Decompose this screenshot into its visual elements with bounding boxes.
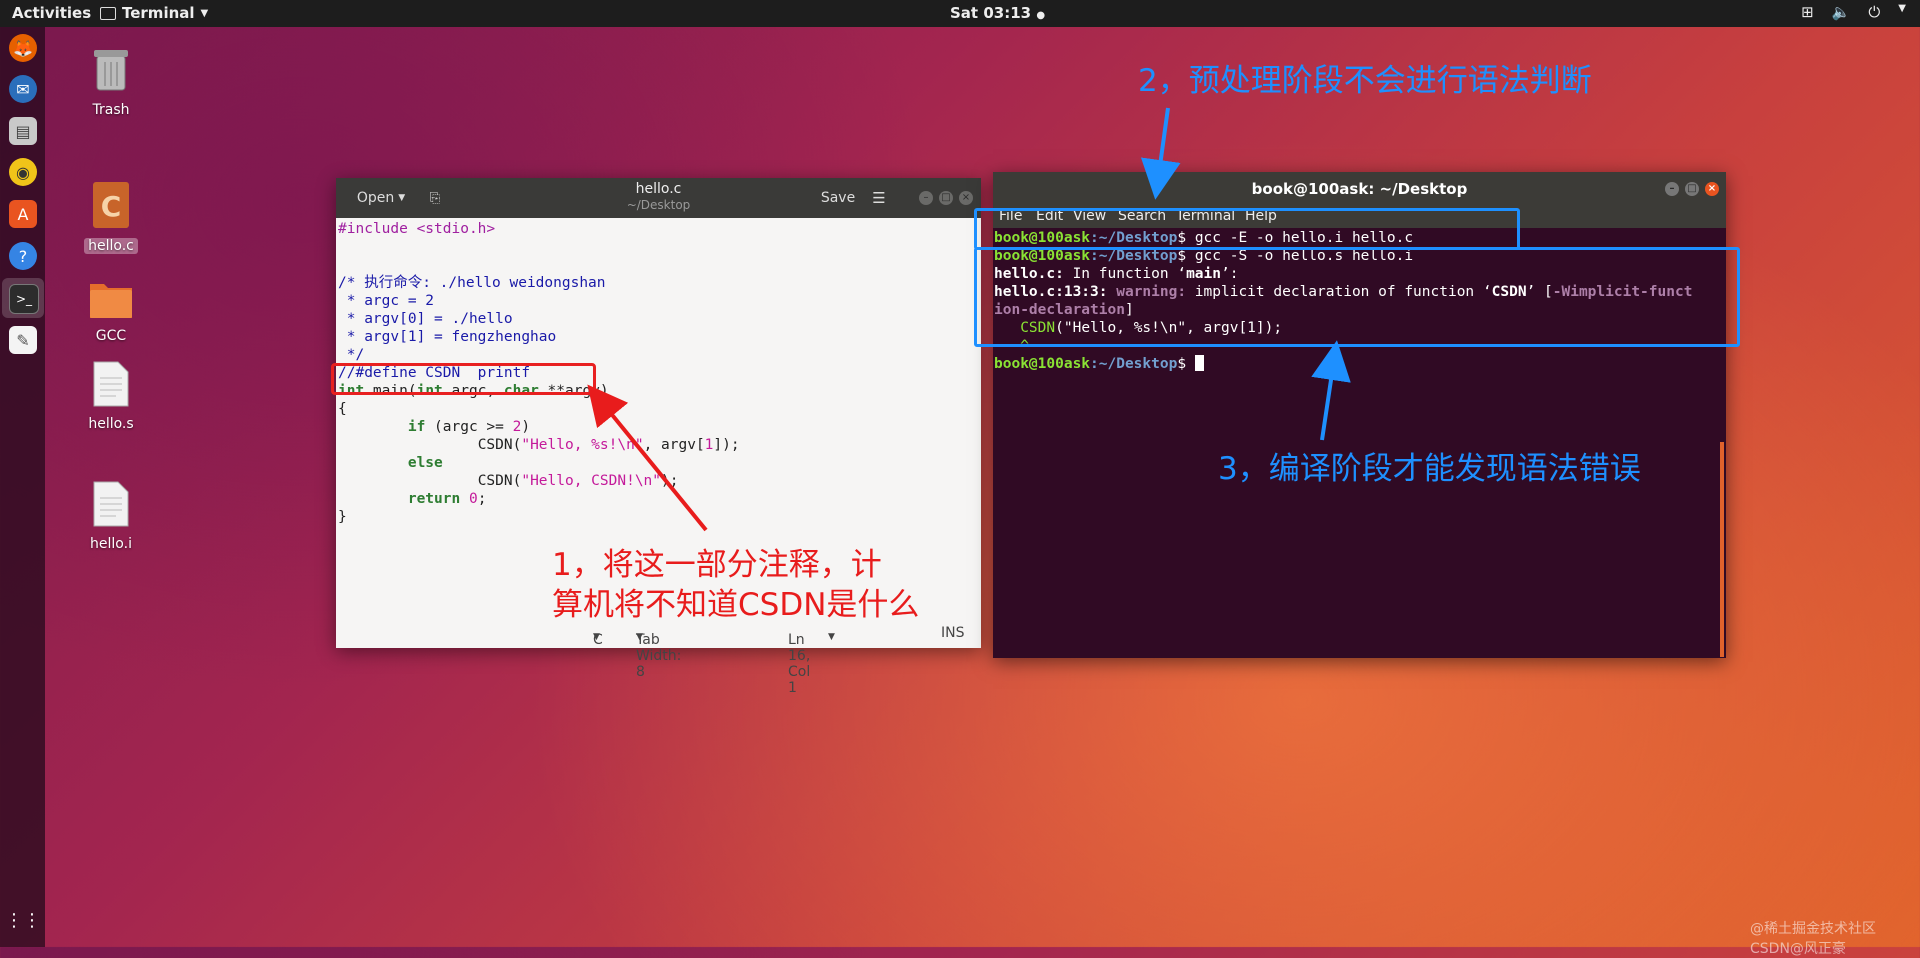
- arrow-blue-1: [1140, 107, 1181, 200]
- annotation-1-line1: 1，将这一部分注释，计: [552, 547, 882, 583]
- annotation-1-line2: 算机将不知道CSDN是什么: [552, 587, 920, 623]
- annotation-3: 3，编译阶段才能发现语法错误: [1218, 451, 1641, 487]
- arrow-blue-2: [1311, 340, 1351, 441]
- annotation-1: 1，将这一部分注释，计 算机将不知道CSDN是什么: [552, 545, 919, 625]
- annotation-2: 2，预处理阶段不会进行语法判断: [1138, 63, 1592, 99]
- arrow-red: [587, 384, 708, 532]
- watermark: @稀土掘金技术社区 CSDN@风正豪: [1750, 921, 1876, 957]
